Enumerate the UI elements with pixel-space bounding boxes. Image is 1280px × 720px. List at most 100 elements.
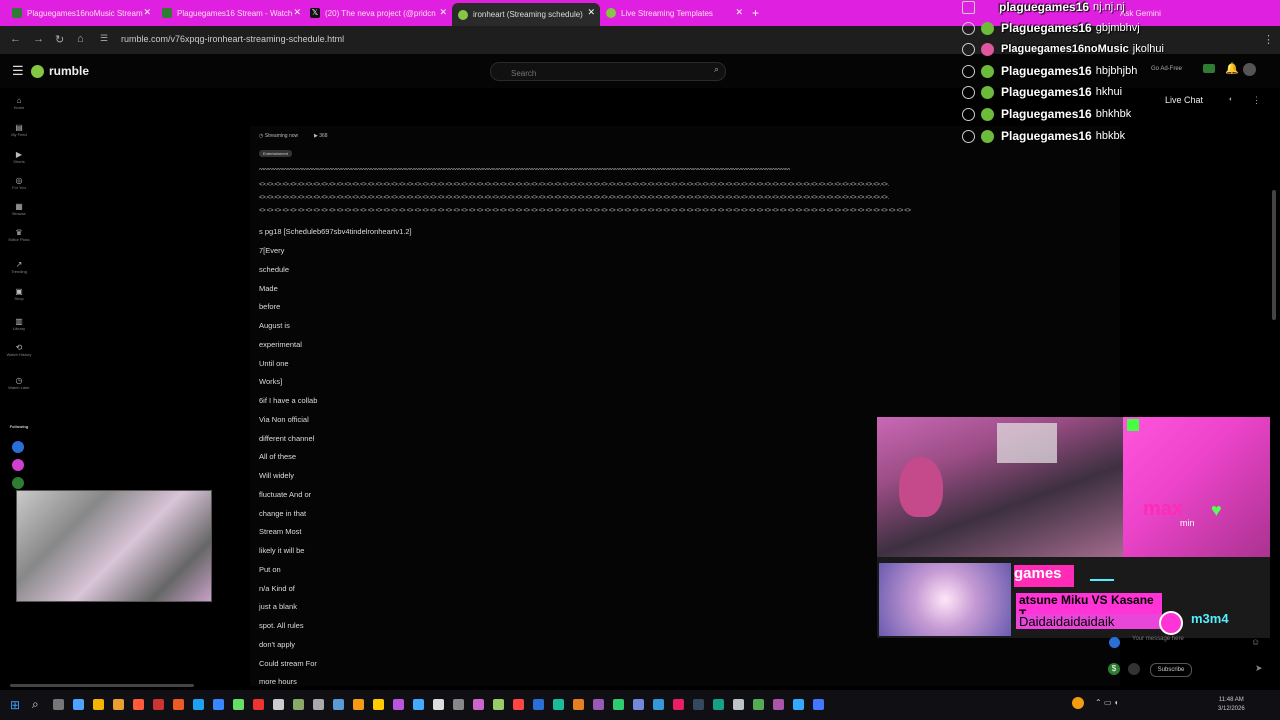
rant-icon[interactable]: $ [1108, 663, 1120, 675]
sidebar-item-for-you[interactable]: ◎ For You [2, 176, 36, 190]
rumble-favicon-icon [12, 8, 22, 18]
category-badge[interactable]: Entertainment [259, 150, 292, 157]
taskbar-app-icon[interactable] [93, 699, 104, 710]
horizontal-scrollbar[interactable] [10, 684, 194, 687]
taskbar-app-icon[interactable] [373, 699, 384, 710]
hamburger-menu-icon[interactable]: ☰ [12, 63, 24, 79]
edge-icon[interactable] [213, 699, 224, 710]
taskbar-app-icon[interactable] [493, 699, 504, 710]
taskbar-app-icon[interactable] [133, 699, 144, 710]
browser-tab-active[interactable]: ironheart (Streaming schedule) ✕ [452, 3, 600, 26]
taskbar-app-icon[interactable] [653, 699, 664, 710]
sidebar-item-shop[interactable]: ▣ Shop [2, 287, 36, 301]
new-tab-button[interactable]: + [752, 3, 768, 23]
sidebar-item-my-feed[interactable]: ▤ My Feed [2, 123, 36, 137]
chrome-icon[interactable] [613, 699, 624, 710]
taskbar-app-icon[interactable] [513, 699, 524, 710]
system-clock[interactable]: 11:48 AM 3/12/2026 [1218, 696, 1245, 714]
taskbar-app-icon[interactable] [333, 699, 344, 710]
browser-tab[interactable]: Plaguegames16noMusic Stream ✕ [6, 3, 156, 23]
file-explorer-icon[interactable] [113, 699, 124, 710]
task-view-icon[interactable] [53, 699, 64, 710]
rumble-logo[interactable]: rumble [31, 64, 89, 78]
taskbar-app-icon[interactable] [753, 699, 764, 710]
taskbar-app-icon[interactable] [393, 699, 404, 710]
browser-tab[interactable]: Live Streaming Templates ✕ [600, 3, 748, 23]
home-icon[interactable]: ⌂ [77, 33, 84, 45]
taskbar-app-icon[interactable] [673, 699, 684, 710]
taskbar-app-icon[interactable] [553, 699, 564, 710]
taskbar-app-icon[interactable] [693, 699, 704, 710]
taskbar-app-icon[interactable] [253, 699, 264, 710]
forward-icon[interactable]: → [33, 33, 44, 45]
site-info-icon[interactable]: ☰ [100, 33, 108, 44]
user-avatar[interactable] [1243, 63, 1256, 76]
windows-start-icon[interactable]: ⊞ [10, 698, 20, 712]
taskbar-app-icon[interactable] [433, 699, 444, 710]
back-icon[interactable]: ← [10, 33, 21, 45]
taskbar-app-icon[interactable] [293, 699, 304, 710]
search-icon[interactable]: ⌕ [714, 64, 719, 75]
taskbar-app-icon[interactable] [233, 699, 244, 710]
sidebar-item-home[interactable]: ⌂ Home [2, 96, 36, 110]
browser-tab[interactable]: 𝕏 (20) The neva project (@pridcn ✕ [304, 3, 452, 23]
taskbar-app-icon[interactable] [313, 699, 324, 710]
following-avatar[interactable] [12, 441, 24, 453]
chat-menu-icon[interactable]: ⋮ [1252, 95, 1261, 106]
chat-message-input[interactable]: Your message here [1132, 636, 1260, 648]
taskbar-app-icon[interactable] [473, 699, 484, 710]
taskbar-app-icon[interactable] [713, 699, 724, 710]
gift-icon[interactable] [1128, 663, 1140, 675]
notification-bell-icon[interactable]: 🔔 [1225, 62, 1239, 75]
taskbar-app-icon[interactable] [533, 699, 544, 710]
chat-toggle-icon[interactable]: ◐ [1229, 96, 1233, 103]
sidebar-item-library[interactable]: ▥ Library [2, 317, 36, 331]
sidebar-item-browse[interactable]: ▦ Browse [2, 202, 36, 216]
feed-icon: ▤ [15, 123, 23, 132]
schedule-line: Will widely [259, 471, 295, 480]
notification-icon[interactable] [1072, 697, 1084, 709]
taskbar-app-icon[interactable] [153, 699, 164, 710]
url-field[interactable]: rumble.com/v76xpqg-ironheart-streaming-s… [121, 34, 344, 44]
taskbar-app-icon[interactable] [453, 699, 464, 710]
close-tab-icon[interactable]: ✕ [143, 7, 151, 18]
search-icon[interactable]: ⌕ [32, 697, 39, 712]
close-tab-icon[interactable]: ✕ [439, 7, 447, 18]
sidebar-item-editor-picks[interactable]: ♛ Editor Picks [2, 228, 36, 242]
taskbar-app-icon[interactable] [73, 699, 84, 710]
menu-icon[interactable]: ⋮ [1263, 33, 1274, 46]
reload-icon[interactable]: ↻ [55, 33, 64, 46]
schedule-line: Via Non official [259, 415, 309, 424]
taskbar-app-icon[interactable] [773, 699, 784, 710]
taskbar-app-icon[interactable] [413, 699, 424, 710]
emoji-icon[interactable]: ☺ [1251, 637, 1260, 647]
sidebar-item-watch-later[interactable]: ◷ Watch Later [2, 376, 36, 390]
go-live-icon[interactable] [1203, 64, 1215, 73]
taskbar-app-icon[interactable] [593, 699, 604, 710]
ascii-art-row: <> <> <> <> <> <> <> <> <> <> <> <> <> <… [259, 208, 911, 214]
subscribe-button[interactable]: Subscribe [1150, 663, 1192, 677]
browser-tab[interactable]: Plaguegames16 Stream - Watch ✕ [156, 3, 306, 23]
sidebar-item-trending[interactable]: ↗ Trending [2, 260, 36, 274]
search-input[interactable] [509, 68, 713, 79]
close-tab-icon[interactable]: ✕ [587, 7, 595, 18]
close-tab-icon[interactable]: ✕ [735, 7, 743, 18]
taskbar-app-icon[interactable] [273, 699, 284, 710]
following-avatar[interactable] [12, 477, 24, 489]
taskbar-app-icon[interactable] [733, 699, 744, 710]
taskbar-app-icon[interactable] [173, 699, 184, 710]
taskbar-app-icon[interactable] [813, 699, 824, 710]
vertical-scrollbar[interactable] [1272, 190, 1276, 320]
close-tab-icon[interactable]: ✕ [293, 7, 301, 18]
go-ad-free-button[interactable]: Go Ad-Free [1151, 66, 1182, 72]
tray-icons[interactable]: ⌃ ▭ ◖ [1095, 698, 1119, 707]
taskbar-app-icon[interactable] [573, 699, 584, 710]
taskbar-app-icon[interactable] [193, 699, 204, 710]
sidebar-item-watch-history[interactable]: ⟲ Watch History [2, 343, 36, 357]
sidebar-item-shorts[interactable]: ▶ Shorts [2, 150, 36, 164]
taskbar-app-icon[interactable] [793, 699, 804, 710]
send-icon[interactable]: ➤ [1255, 663, 1263, 674]
following-avatar[interactable] [12, 459, 24, 471]
taskbar-app-icon[interactable] [353, 699, 364, 710]
discord-icon[interactable] [633, 699, 644, 710]
